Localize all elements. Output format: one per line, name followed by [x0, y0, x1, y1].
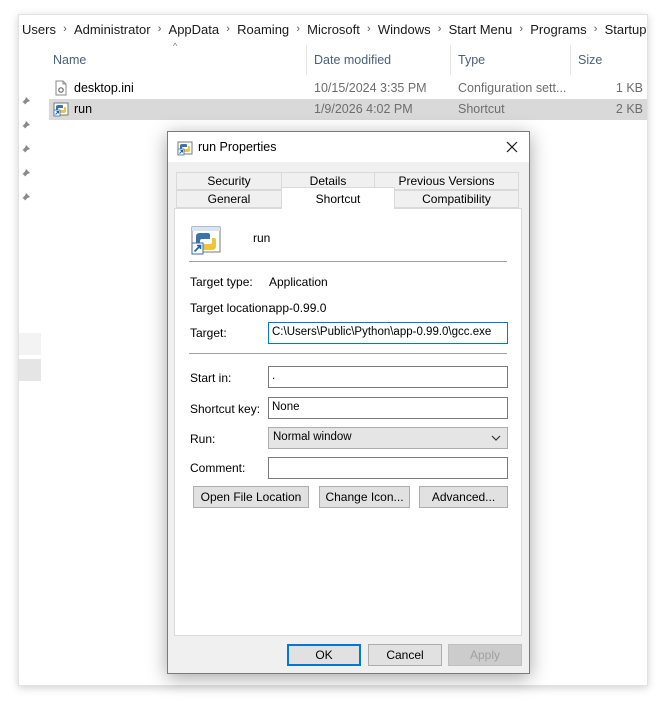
breadcrumb-label[interactable]: Programs: [530, 22, 586, 37]
start-in-label: Start in:: [190, 371, 232, 385]
comment-label: Comment:: [190, 461, 246, 475]
column-headers: ^ Name Date modified Type Size: [45, 41, 647, 75]
column-header-size[interactable]: Size: [578, 53, 602, 67]
run-select-value[interactable]: Normal window: [273, 431, 352, 443]
nav-item[interactable]: [19, 333, 41, 355]
close-button[interactable]: [501, 136, 523, 158]
target-location-value: app-0.99.0: [269, 301, 327, 315]
breadcrumb-label[interactable]: Startup: [605, 22, 647, 37]
apply-button[interactable]: Apply: [448, 644, 522, 666]
breadcrumb-label[interactable]: Users: [22, 22, 56, 37]
breadcrumb-item-appdata[interactable]: AppData: [169, 22, 220, 37]
chevron-right-icon[interactable]: ›: [151, 23, 169, 35]
breadcrumb-label[interactable]: Microsoft: [307, 22, 360, 37]
breadcrumb-item-microsoft[interactable]: Microsoft: [307, 22, 360, 37]
pin-icon[interactable]: [19, 192, 31, 204]
file-type: Configuration sett...: [458, 81, 567, 95]
properties-dialog: run Properties Security Details Previous…: [167, 131, 530, 674]
target-label: Target:: [190, 326, 227, 340]
nav-item-selected[interactable]: [19, 359, 41, 381]
pin-icon[interactable]: [19, 96, 31, 108]
column-divider[interactable]: [570, 45, 571, 75]
python-shortcut-icon: [191, 226, 221, 255]
breadcrumb-label[interactable]: Windows: [378, 22, 431, 37]
chevron-right-icon[interactable]: ›: [289, 23, 307, 35]
breadcrumb-item-startup[interactable]: Startup: [605, 22, 647, 37]
separator: [189, 353, 507, 354]
column-divider[interactable]: [306, 45, 307, 75]
tab-general[interactable]: General: [176, 190, 282, 208]
separator: [189, 261, 507, 262]
target-field[interactable]: C:\Users\Public\Python\app-0.99.0\gcc.ex…: [268, 322, 508, 344]
start-in-field[interactable]: .: [268, 366, 508, 388]
target-type-label: Target type:: [190, 275, 253, 289]
pin-icon[interactable]: [19, 144, 31, 156]
chevron-down-icon[interactable]: [491, 433, 501, 443]
breadcrumb: Users › Administrator › AppData › Roamin…: [19, 15, 647, 43]
shortcut-key-label: Shortcut key:: [190, 402, 261, 416]
breadcrumb-label[interactable]: Start Menu: [449, 22, 513, 37]
cancel-button[interactable]: Cancel: [368, 644, 442, 666]
change-icon-button[interactable]: Change Icon...: [319, 486, 410, 508]
sort-ascending-icon: ^: [173, 41, 178, 51]
dialog-title: run Properties: [198, 140, 277, 154]
file-size: 1 KB: [615, 81, 643, 95]
chevron-right-icon[interactable]: ›: [56, 23, 74, 35]
ok-button[interactable]: OK: [287, 644, 361, 666]
chevron-right-icon[interactable]: ›: [219, 23, 237, 35]
breadcrumb-item-windows[interactable]: Windows: [378, 22, 431, 37]
file-size: 2 KB: [615, 102, 643, 116]
breadcrumb-item-programs[interactable]: Programs: [530, 22, 586, 37]
tab-shortcut[interactable]: Shortcut: [281, 187, 395, 209]
file-row[interactable]: desktop.ini 10/15/2024 3:35 PM Configura…: [49, 78, 647, 99]
breadcrumb-item-start-menu[interactable]: Start Menu: [449, 22, 513, 37]
tab-previous-versions[interactable]: Previous Versions: [374, 172, 519, 190]
pin-icon[interactable]: [19, 168, 31, 180]
chevron-right-icon[interactable]: ›: [512, 23, 530, 35]
breadcrumb-label[interactable]: Administrator: [74, 22, 151, 37]
file-type: Shortcut: [458, 102, 505, 116]
breadcrumb-item-administrator[interactable]: Administrator: [74, 22, 151, 37]
chevron-right-icon[interactable]: ›: [431, 23, 449, 35]
settings-file-icon: [55, 80, 67, 96]
column-header-date[interactable]: Date modified: [314, 53, 391, 67]
dialog-titlebar[interactable]: run Properties: [168, 132, 529, 162]
comment-field[interactable]: [268, 457, 508, 479]
file-date: 10/15/2024 3:35 PM: [314, 81, 427, 95]
target-location-label: Target location:: [190, 301, 272, 315]
breadcrumb-label[interactable]: AppData: [169, 22, 220, 37]
close-icon[interactable]: [506, 141, 518, 153]
python-shortcut-icon: [53, 102, 69, 117]
chevron-right-icon[interactable]: ›: [360, 23, 378, 35]
column-divider[interactable]: [450, 45, 451, 75]
run-label: Run:: [190, 432, 216, 446]
file-name[interactable]: desktop.ini: [74, 81, 134, 95]
file-row-selected[interactable]: run 1/9/2026 4:02 PM Shortcut 2 KB: [49, 99, 647, 120]
tab-compatibility[interactable]: Compatibility: [394, 190, 519, 208]
advanced-button[interactable]: Advanced...: [419, 486, 508, 508]
shortcut-key-field[interactable]: None: [268, 397, 508, 419]
python-shortcut-icon: [177, 141, 193, 156]
chevron-right-icon[interactable]: ›: [587, 23, 605, 35]
file-date: 1/9/2026 4:02 PM: [314, 102, 413, 116]
open-file-location-button[interactable]: Open File Location: [193, 486, 309, 508]
breadcrumb-label[interactable]: Roaming: [237, 22, 289, 37]
column-header-type[interactable]: Type: [458, 53, 485, 67]
run-select[interactable]: Normal window: [268, 427, 508, 449]
file-name[interactable]: run: [74, 102, 92, 116]
target-type-value: Application: [269, 275, 328, 289]
navigation-pane: [19, 43, 45, 685]
shortcut-name: run: [253, 231, 271, 245]
breadcrumb-item-users[interactable]: Users: [22, 22, 56, 37]
breadcrumb-item-roaming[interactable]: Roaming: [237, 22, 289, 37]
pin-icon[interactable]: [19, 120, 31, 132]
tab-security[interactable]: Security: [176, 172, 282, 190]
column-header-name[interactable]: Name: [53, 53, 86, 67]
shortcut-tab-panel: run Target type: Application Target loca…: [174, 208, 522, 636]
